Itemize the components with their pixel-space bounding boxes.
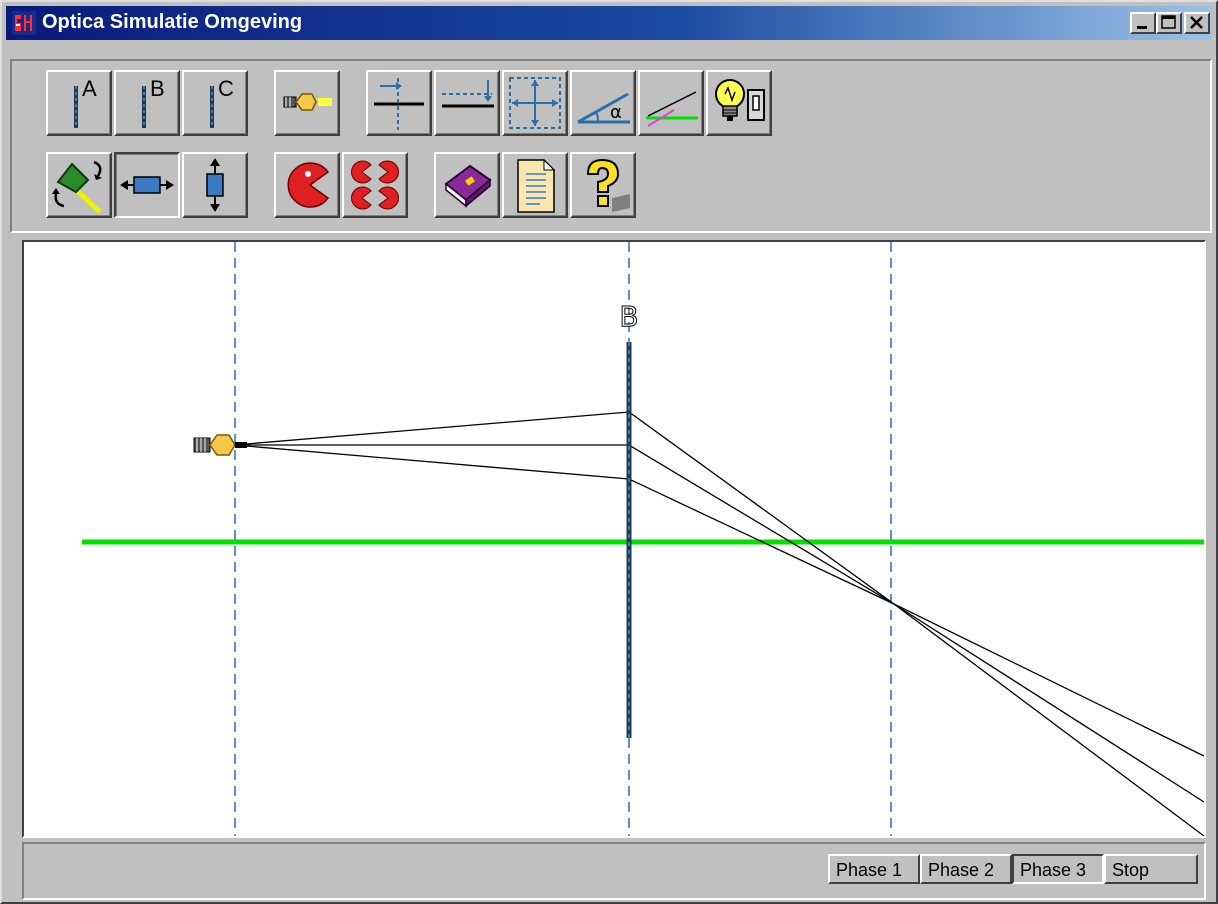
pacman-group-icon [351, 160, 399, 210]
help-button[interactable] [570, 152, 636, 218]
lens-a-button[interactable]: A [46, 70, 112, 136]
book-button[interactable] [434, 152, 500, 218]
lamp-icon [283, 93, 332, 111]
alpha-label: α [610, 102, 622, 123]
move-horizontal-button[interactable] [114, 152, 180, 218]
scale-icon [509, 77, 561, 129]
ray-icon [646, 91, 698, 127]
rotate-button[interactable] [46, 152, 112, 218]
rotate-pin-icon [52, 160, 102, 214]
lens-icon [74, 86, 78, 128]
vertical-distance-button[interactable] [434, 70, 500, 136]
document-icon [517, 158, 556, 213]
move-vertical-icon [206, 158, 224, 212]
document-button[interactable] [502, 152, 568, 218]
light-switch-button[interactable] [706, 70, 772, 136]
angle-icon: α [577, 92, 630, 124]
delete-all-button[interactable] [342, 152, 408, 218]
lens-b-button[interactable]: B [114, 70, 180, 136]
question-mark-icon [586, 158, 630, 212]
app-logo-icon [12, 11, 36, 35]
ray-top [245, 411, 1204, 757]
pacman-icon [287, 162, 330, 208]
lens-c-button[interactable]: C [182, 70, 248, 136]
stop-button[interactable]: Stop [1104, 854, 1198, 884]
minimize-icon [1137, 26, 1147, 29]
scale-button[interactable] [502, 70, 568, 136]
book-icon [444, 164, 492, 208]
ray-bottom [245, 445, 1204, 836]
maximize-icon [1161, 15, 1176, 29]
lens-icon [142, 86, 146, 128]
phase-2-button[interactable]: Phase 2 [920, 854, 1012, 884]
simulation-canvas[interactable]: B [22, 240, 1206, 838]
lens-b-label: B [150, 76, 165, 101]
move-horizontal-icon [120, 176, 174, 194]
optics-scene[interactable]: B [24, 242, 1204, 836]
lens-c-label: C [218, 76, 234, 101]
light-source-button[interactable] [274, 70, 340, 136]
phase-3-button[interactable]: Phase 3 [1012, 854, 1104, 884]
toolbar: A B C α [10, 59, 1212, 233]
phase-1-button[interactable]: Phase 1 [828, 854, 920, 884]
lens-label: B [619, 300, 638, 333]
vertical-distance-icon [442, 80, 494, 108]
horizontal-distance-button[interactable] [366, 70, 432, 136]
close-button[interactable] [1184, 12, 1210, 34]
lightbulb-switch-icon [715, 79, 765, 121]
app-window: Optica Simulatie Omgeving A B C α B Phas… [0, 0, 1218, 904]
horizontal-distance-icon [374, 78, 424, 130]
title-bar[interactable]: Optica Simulatie Omgeving [6, 6, 1212, 40]
angle-button[interactable]: α [570, 70, 636, 136]
lens-icon [210, 86, 214, 128]
ray-middle [246, 444, 1204, 803]
light-source[interactable] [193, 434, 247, 456]
lens-a-label: A [82, 76, 97, 101]
close-icon [1190, 16, 1203, 29]
window-title: Optica Simulatie Omgeving [42, 11, 303, 33]
move-vertical-button[interactable] [182, 152, 248, 218]
minimize-button[interactable] [1130, 12, 1156, 34]
maximize-button[interactable] [1156, 12, 1182, 34]
status-bar: Phase 1 Phase 2 Phase 3 Stop [22, 842, 1206, 900]
ray-angle-button[interactable] [638, 70, 704, 136]
delete-button[interactable] [274, 152, 340, 218]
light-rays [245, 411, 1204, 836]
